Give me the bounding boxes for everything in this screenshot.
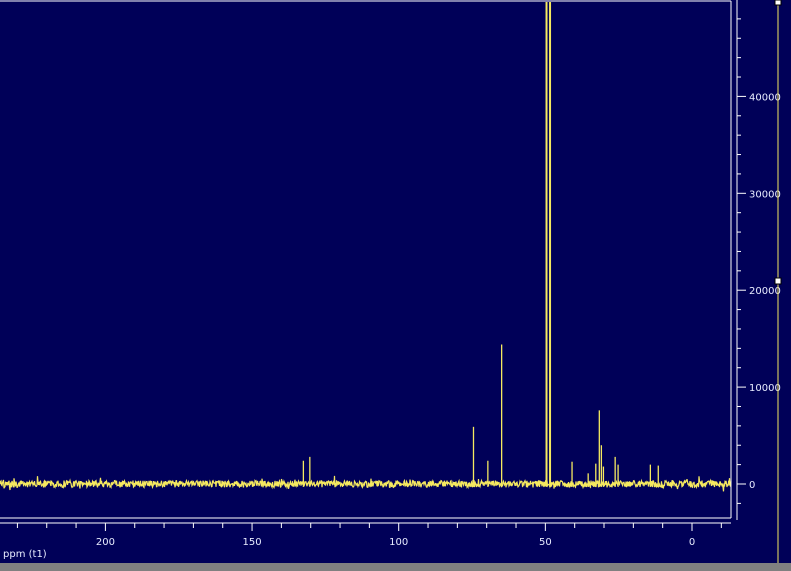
nmr-spectrum-plot: 200 150 100 50 0 0 10000 20000 30000 40000 ppm (… (0, 0, 782, 563)
x-tick-label: 0 (689, 537, 695, 548)
y-tick-label: 10000 (749, 383, 781, 394)
y-tick-label: 0 (749, 480, 755, 491)
horizontal-scrollbar[interactable] (0, 563, 791, 571)
x-tick-label: 100 (389, 537, 408, 548)
x-tick-label: 50 (539, 537, 552, 548)
x-tick-label: 200 (96, 537, 115, 548)
y-axis: 0 10000 20000 30000 40000 (736, 0, 781, 520)
y-tick-label: 20000 (749, 286, 781, 297)
y-tick-label: 30000 (749, 189, 781, 200)
x-tick-label: 150 (243, 537, 262, 548)
x-axis: 200 150 100 50 0 (0, 522, 731, 548)
y-tick-label: 40000 (749, 92, 781, 103)
spectrum-trace (0, 2, 732, 492)
x-axis-label: ppm (t1) (3, 549, 47, 560)
baseline-noise (0, 475, 732, 492)
slider-handle-top[interactable] (774, 0, 782, 6)
slider-handle-middle[interactable] (774, 277, 782, 285)
